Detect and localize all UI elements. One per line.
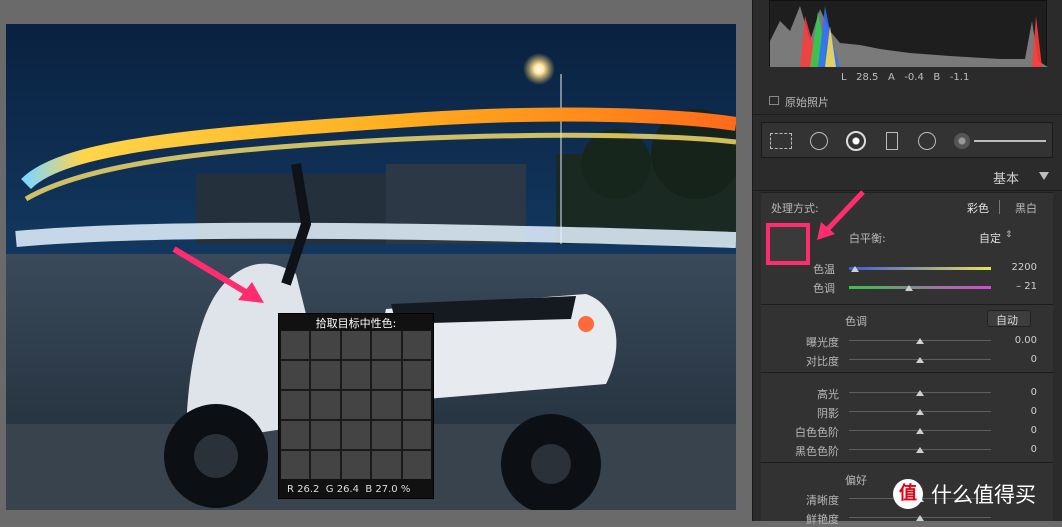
temp-value[interactable]: 2200 <box>1005 262 1037 273</box>
treatment-separator <box>999 200 1000 214</box>
wb-label: 白平衡: <box>849 232 886 245</box>
graduated-filter-icon[interactable] <box>886 132 898 150</box>
slider-value[interactable]: 0 <box>1005 425 1037 436</box>
l-label: L <box>841 72 847 83</box>
slider-label: 黑色色阶 <box>795 445 839 458</box>
tool-strip <box>761 122 1053 158</box>
r-label: R <box>287 484 294 495</box>
brush-size-slider[interactable] <box>974 140 1046 142</box>
slider-knob[interactable] <box>916 515 924 521</box>
temp-slider-track[interactable] <box>849 267 991 270</box>
red-eye-icon[interactable] <box>846 131 866 151</box>
a-label: A <box>887 72 895 83</box>
treatment-bw-option[interactable]: 黑白 <box>1015 200 1037 216</box>
wb-updown-icon[interactable]: ⇕ <box>1005 230 1013 240</box>
basic-section-title[interactable]: 基本 <box>993 168 1019 187</box>
slider-label: 白色色阶 <box>795 426 839 439</box>
slider-value[interactable]: 0 <box>1005 354 1037 365</box>
slider-label: 清晰度 <box>806 494 839 507</box>
slider-value[interactable]: 0 <box>1005 406 1037 417</box>
watermark-text: 什么值得买 <box>931 483 1036 507</box>
temp-slider-knob[interactable] <box>851 266 859 272</box>
auto-tone-button[interactable]: 自动 <box>987 310 1031 327</box>
original-photo-checkbox[interactable] <box>769 96 779 105</box>
divider <box>753 114 1062 115</box>
treatment-color-option[interactable]: 彩色 <box>967 200 989 216</box>
slider-knob[interactable] <box>916 338 924 344</box>
adjustment-brush-icon[interactable] <box>954 133 970 149</box>
b-value: -1.1 <box>949 72 970 83</box>
neutral-target-loupe: 拾取目标中性色: R 26.2 G 26.4 B 27.0 % <box>278 313 434 499</box>
wb-preset-select[interactable]: 自定 <box>979 230 1001 246</box>
tint-value[interactable]: – 21 <box>1005 281 1037 292</box>
tint-slider-knob[interactable] <box>905 285 913 291</box>
a-value: -0.4 <box>904 72 924 83</box>
photo-image[interactable]: 拾取目标中性色: R 26.2 G 26.4 B 27.0 % <box>6 24 736 510</box>
histogram-graph <box>770 6 1048 67</box>
slider-value[interactable]: 0 <box>1005 444 1037 455</box>
b-value: 27.0 <box>375 484 398 495</box>
radial-filter-icon[interactable] <box>918 132 936 150</box>
loupe-pixel-grid <box>281 331 431 479</box>
slider-knob[interactable] <box>916 447 924 453</box>
b-label: B <box>933 72 941 83</box>
g-label: G <box>325 484 334 495</box>
original-photo-label: 原始照片 <box>785 96 829 109</box>
wb-eyedropper-button[interactable] <box>766 223 810 265</box>
crop-overlay-icon[interactable] <box>770 133 792 149</box>
tint-label: 色调 <box>813 282 835 295</box>
develop-panel: L 28.5 A -0.4 B -1.1 原始照片 基本 处理方式: 彩色 黑白… <box>752 0 1062 526</box>
percent-unit: % <box>400 484 411 495</box>
slider-value[interactable]: 0.00 <box>1005 335 1037 346</box>
histogram-readout: L 28.5 A -0.4 B -1.1 <box>841 72 969 83</box>
slider-value[interactable]: 0 <box>1005 387 1037 398</box>
slider-label: 鲜艳度 <box>806 513 839 526</box>
slider-knob[interactable] <box>916 390 924 396</box>
slider-label: 曝光度 <box>806 336 839 349</box>
slider-knob[interactable] <box>916 428 924 434</box>
divider <box>761 372 1053 373</box>
treatment-label: 处理方式: <box>771 202 819 215</box>
collapse-triangle-icon[interactable] <box>1039 172 1049 180</box>
l-value: 28.5 <box>856 72 879 83</box>
photo-canvas: 拾取目标中性色: R 26.2 G 26.4 B 27.0 % <box>0 0 752 521</box>
tint-slider-track[interactable] <box>849 286 991 289</box>
watermark-logo-icon: 值 <box>893 479 923 509</box>
watermark: 值 什么值得买 <box>893 476 1059 512</box>
divider <box>761 462 1053 463</box>
slider-label: 阴影 <box>817 407 839 420</box>
spot-removal-icon[interactable] <box>810 132 828 150</box>
temp-label: 色温 <box>813 263 835 276</box>
slider-label: 高光 <box>817 388 839 401</box>
slider-knob[interactable] <box>916 357 924 363</box>
divider <box>761 304 1053 305</box>
histogram[interactable] <box>769 0 1048 67</box>
loupe-title: 拾取目标中性色: <box>315 317 397 330</box>
loupe-readout: R 26.2 G 26.4 B 27.0 % <box>287 484 410 495</box>
divider <box>753 190 1062 191</box>
slider-label: 对比度 <box>806 355 839 368</box>
slider-knob[interactable] <box>916 409 924 415</box>
g-value: 26.4 <box>336 484 359 495</box>
b-label: B <box>365 484 373 495</box>
r-value: 26.2 <box>297 484 320 495</box>
tone-label: 色调 <box>845 315 867 328</box>
auto-tone-label: 自动 <box>996 314 1018 327</box>
presence-label: 偏好 <box>845 474 867 487</box>
